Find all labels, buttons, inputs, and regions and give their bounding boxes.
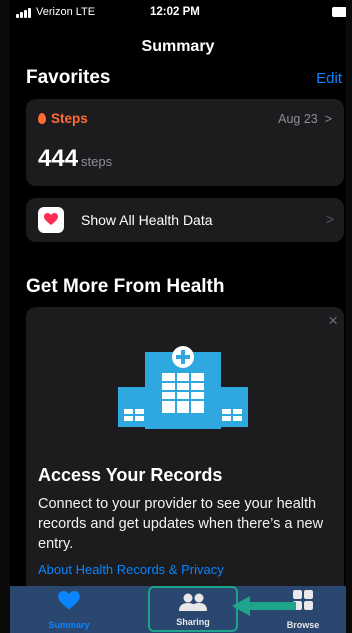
health-app-icon xyxy=(38,207,64,233)
people-icon xyxy=(179,593,207,611)
access-records-card: × Access Your Records Connect to your pr… xyxy=(26,307,344,590)
records-title: Access Your Records xyxy=(38,465,223,485)
records-privacy-link[interactable]: About Health Records & Privacy xyxy=(38,562,224,577)
steps-unit: steps xyxy=(81,154,113,169)
records-description: Connect to your provider to see your hea… xyxy=(38,496,324,552)
battery-icon xyxy=(332,7,346,17)
carrier-label: Verizon LTE xyxy=(36,6,96,18)
page-title: Summary xyxy=(141,38,215,55)
tab-summary[interactable]: Summary xyxy=(29,586,109,633)
tab-sharing-label: Sharing xyxy=(176,617,210,627)
phone-screen: Verizon LTE 12:02 PM Summary Favorites E… xyxy=(10,0,346,633)
show-all-health-data-row[interactable]: Show All Health Data > xyxy=(26,198,344,242)
steps-label: Steps xyxy=(51,111,88,126)
steps-value: 444 xyxy=(38,145,79,172)
show-all-label: Show All Health Data xyxy=(81,212,213,228)
favorites-heading: Favorites xyxy=(26,67,111,88)
arrow-left-icon xyxy=(232,596,296,616)
heart-icon xyxy=(58,591,80,610)
status-bar: Verizon LTE 12:02 PM xyxy=(10,0,346,24)
chevron-right-icon: > xyxy=(325,211,334,227)
tab-browse-label: Browse xyxy=(286,620,320,630)
signal-icon xyxy=(16,8,34,18)
status-time: 12:02 PM xyxy=(150,6,200,18)
tab-sharing[interactable]: Sharing xyxy=(148,586,238,632)
edit-button[interactable]: Edit xyxy=(316,70,342,87)
steps-date: Aug 23 > xyxy=(278,112,332,126)
tab-summary-label: Summary xyxy=(48,620,90,630)
chevron-right-icon: > xyxy=(324,112,332,126)
heart-icon xyxy=(44,213,58,225)
close-icon[interactable]: × xyxy=(328,311,338,331)
hospital-icon xyxy=(118,346,248,429)
flame-icon xyxy=(38,113,46,124)
steps-card[interactable]: Steps Aug 23 > 444 steps xyxy=(26,99,344,186)
get-more-heading: Get More From Health xyxy=(26,276,225,297)
